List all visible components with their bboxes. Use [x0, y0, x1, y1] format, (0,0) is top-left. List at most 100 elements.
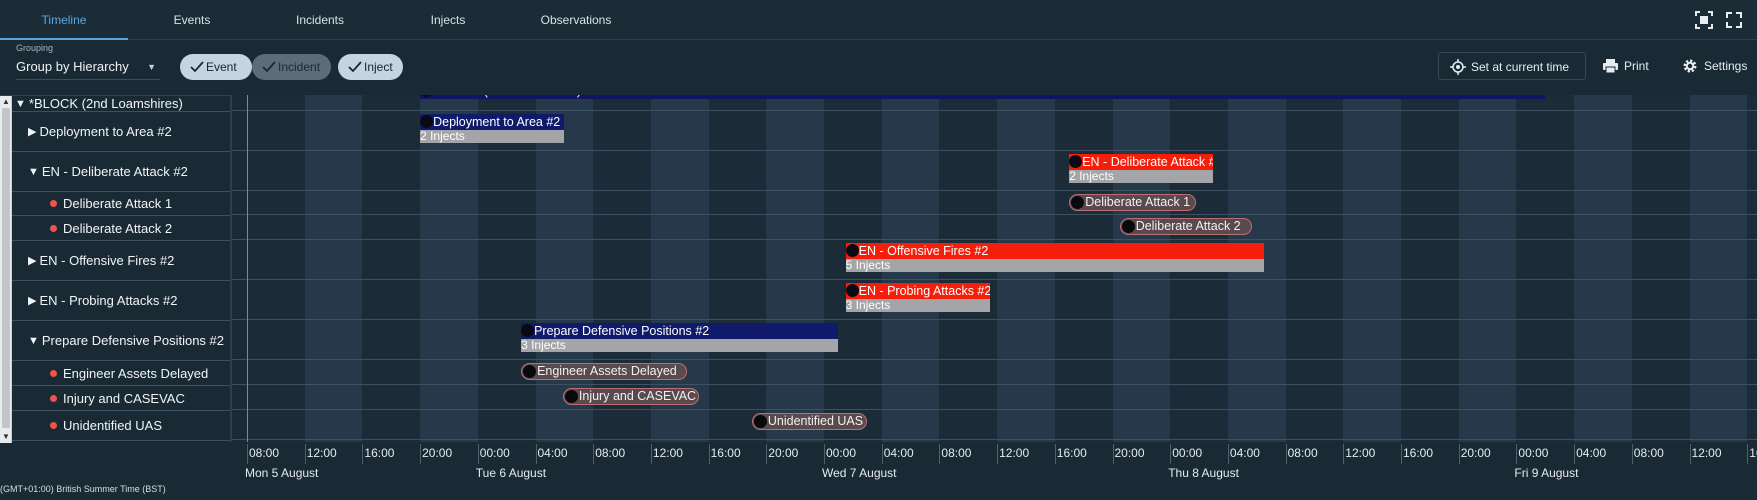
hierarchy-row-label: Engineer Assets Delayed [63, 365, 209, 381]
bar-label: EN - Probing Attacks #2 [858, 284, 990, 298]
check-icon [262, 61, 276, 73]
time-axis: 08:00 12:00 16:00 20:00 00:00 04:00 08:00 12:00… [232, 442, 1757, 482]
fit-screen-icon[interactable] [1695, 11, 1713, 29]
vertical-scrollbar[interactable]: ▲ ▼ [0, 96, 12, 443]
scroll-up-icon[interactable]: ▲ [2, 97, 10, 106]
hour-tick-label: 04:00 [1576, 446, 1607, 460]
hierarchy-row[interactable]: ▼ EN - Deliberate Attack #2 [12, 152, 232, 192]
expand-triangle-icon[interactable]: ▶ [28, 125, 36, 138]
timezone-label: (GMT+01:00) British Summer Time (BST) [0, 484, 166, 494]
filter-event-chip[interactable]: Event [180, 54, 252, 80]
bar-marker-icon [420, 115, 434, 128]
settings-button[interactable]: Settings [1680, 52, 1750, 80]
axis-tick [1227, 444, 1229, 464]
bar-marker-icon [420, 95, 434, 97]
hierarchy-panel: ▲ ▼ ▼ *BLOCK (2nd Loamshires) ▶ Deployment … [0, 95, 232, 443]
prepare-defensive-positions-2-bar[interactable]: Prepare Defensive Positions #2 [521, 323, 839, 339]
en-probing-attacks-2-bar[interactable]: EN - Probing Attacks #2 [845, 283, 990, 299]
bar-label: Prepare Defensive Positions #2 [534, 324, 710, 338]
axis-tick [593, 444, 595, 464]
bar-marker-icon [521, 324, 535, 337]
inject-pill[interactable]: Unidentified UAS [751, 413, 868, 430]
inject-count-bar[interactable]: 5 Injects [845, 259, 1264, 272]
hierarchy-row[interactable]: ▶ EN - Offensive Fires #2 [12, 241, 232, 281]
hour-tick-label: 12:00 [1345, 446, 1376, 460]
hierarchy-row[interactable]: Deliberate Attack 2 [12, 216, 232, 241]
hour-tick-label: 00:00 [1518, 446, 1549, 460]
top-nav: Timeline Events Incidents Injects Observ… [0, 0, 1757, 40]
inject-label: Engineer Assets Delayed [537, 364, 677, 378]
axis-tick [362, 444, 364, 464]
grouping-select[interactable]: Group by Hierarchy ▼ [16, 56, 160, 80]
inject-marker-icon [564, 390, 578, 403]
hour-tick-label: 16:00 [364, 446, 395, 460]
inject-pill[interactable]: Injury and CASEVAC [562, 388, 699, 405]
hour-tick-label: 08:00 [595, 446, 626, 460]
print-button[interactable]: Print [1600, 52, 1660, 80]
hierarchy-row-label: Deployment to Area #2 [39, 124, 172, 139]
hour-tick-label: 20:00 [1460, 446, 1491, 460]
deployment-to-area-2-bar[interactable]: Deployment to Area #2 [420, 114, 565, 130]
inject-pill[interactable]: Deliberate Attack 1 [1069, 194, 1197, 211]
settings-label: Settings [1704, 59, 1748, 73]
axis-tick [766, 444, 768, 464]
hierarchy-row-label: Prepare Defensive Positions #2 [41, 333, 224, 348]
axis-tick [247, 444, 248, 464]
tab-injects[interactable]: Injects [384, 0, 512, 40]
target-icon [1450, 59, 1466, 75]
hierarchy-row[interactable]: ▶ Deployment to Area #2 [12, 112, 232, 152]
axis-tick [997, 444, 999, 464]
set-current-time-button[interactable]: Set at current time [1438, 52, 1586, 80]
time-stripe [1747, 95, 1757, 442]
tab-timeline[interactable]: Timeline [0, 0, 128, 40]
inject-pill[interactable]: Deliberate Attack 2 [1119, 218, 1253, 235]
inject-pill[interactable]: Engineer Assets Delayed [521, 363, 687, 380]
hierarchy-row[interactable]: ▶ EN - Probing Attacks #2 [12, 281, 232, 321]
inject-count-bar[interactable]: 2 Injects [420, 130, 565, 143]
hierarchy-row[interactable]: Unidentified UAS [12, 411, 232, 441]
hierarchy-row-label: Injury and CASEVAC [63, 390, 185, 406]
tab-events[interactable]: Events [128, 0, 256, 40]
collapse-triangle-icon[interactable]: ▼ [28, 166, 39, 178]
axis-tick [420, 444, 422, 464]
inject-marker-icon [1121, 220, 1135, 233]
hierarchy-row-label: EN - Deliberate Attack #2 [41, 164, 188, 179]
scrollbar-thumb[interactable] [2, 108, 10, 428]
time-stripe [247, 95, 305, 442]
hierarchy-row[interactable]: Engineer Assets Delayed [12, 361, 232, 386]
inject-count-bar[interactable]: 3 Injects [521, 339, 839, 352]
scroll-down-icon[interactable]: ▼ [2, 432, 10, 441]
en-offensive-fires-2-bar[interactable]: EN - Offensive Fires #2 [845, 243, 1264, 259]
inject-count-bar[interactable]: 2 Injects [1069, 170, 1214, 183]
hierarchy-row[interactable]: Deliberate Attack 1 [12, 192, 232, 216]
hour-tick-label: 16:00 [1403, 446, 1434, 460]
time-stripe [1574, 95, 1632, 442]
tab-observations[interactable]: Observations [512, 0, 640, 40]
row-gridline [232, 409, 1757, 410]
block-2nd-loamshires-bar[interactable]: *BLOCK (2nd Loamshires) [420, 95, 1546, 99]
current-time-line [247, 95, 248, 442]
collapse-triangle-icon[interactable]: ▼ [28, 335, 39, 347]
expand-triangle-icon[interactable]: ▶ [28, 254, 36, 267]
hierarchy-row[interactable]: ▼ *BLOCK (2nd Loamshires) [12, 96, 232, 112]
filter-incident-chip[interactable]: Incident [252, 54, 331, 80]
inject-count-bar[interactable]: 3 Injects [845, 299, 990, 312]
en-deliberate-attack-2-bar[interactable]: EN - Deliberate Attack #2 [1069, 154, 1214, 170]
expand-triangle-icon[interactable]: ▶ [28, 294, 36, 307]
print-label: Print [1624, 59, 1649, 73]
grouping-label: Grouping [16, 43, 54, 53]
collapse-triangle-icon[interactable]: ▼ [15, 98, 26, 110]
day-label: Fri 9 August [1514, 466, 1579, 480]
inject-label: Deliberate Attack 1 [1085, 195, 1191, 209]
axis-tick [824, 444, 825, 464]
hierarchy-row[interactable]: Injury and CASEVAC [12, 386, 232, 411]
row-gridline [232, 110, 1757, 111]
axis-tick [477, 444, 479, 464]
hour-tick-label: 00:00 [1172, 446, 1203, 460]
fullscreen-icon[interactable] [1725, 11, 1743, 29]
bar-label: Deployment to Area #2 [433, 115, 561, 129]
hierarchy-row[interactable]: ▼ Prepare Defensive Positions #2 [12, 321, 232, 361]
filter-inject-chip[interactable]: Inject [338, 54, 403, 80]
inject-label: Unidentified UAS [767, 414, 864, 428]
tab-incidents[interactable]: Incidents [256, 0, 384, 40]
